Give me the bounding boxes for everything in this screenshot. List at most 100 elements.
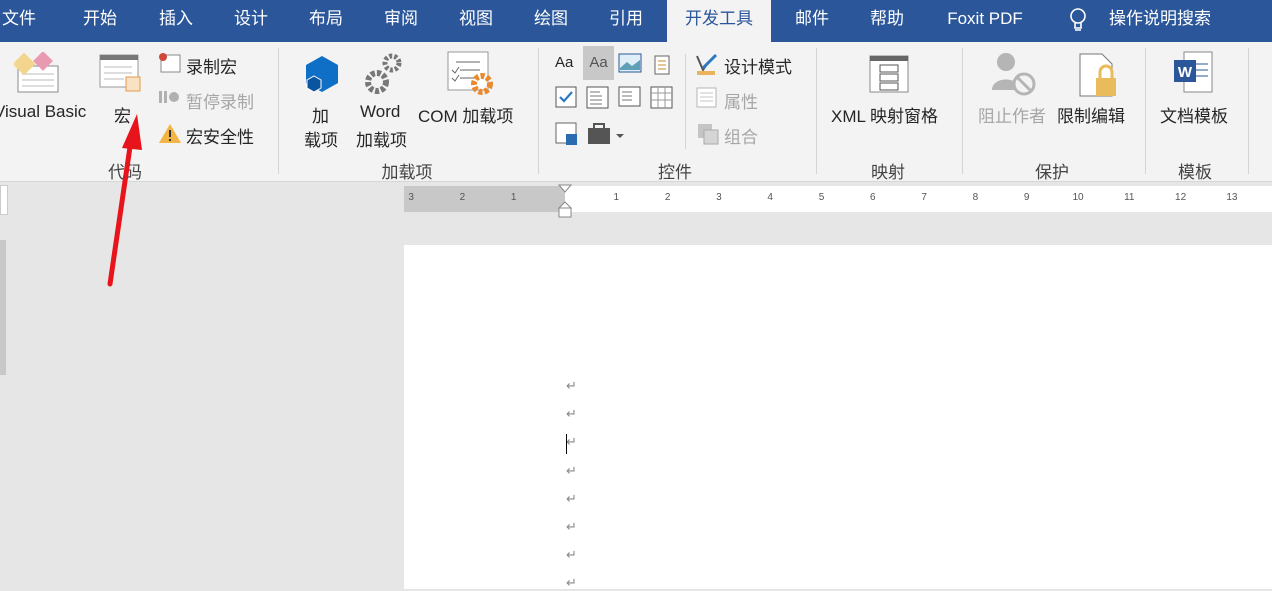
tab-references[interactable]: 引用 <box>609 0 643 42</box>
tab-layout[interactable]: 布局 <box>309 0 343 42</box>
com-addins-icon <box>447 51 493 95</box>
group-label-mapping: 映射 <box>871 163 905 182</box>
separator <box>278 48 279 174</box>
word-document-template-icon: W <box>1174 51 1213 93</box>
block-authors-button: 阻止作者 <box>978 107 1046 126</box>
paragraph-mark: ↵ <box>566 519 577 534</box>
text-cursor <box>566 434 567 454</box>
legacy-tools-icon[interactable] <box>586 122 626 148</box>
checkbox-control-icon[interactable] <box>555 86 577 108</box>
repeating-section-icon[interactable] <box>555 122 579 148</box>
ruler-tick-label: 6 <box>870 192 876 203</box>
group-label-protect: 保护 <box>1035 163 1069 182</box>
document-page[interactable] <box>404 245 1272 589</box>
block-authors-icon <box>992 53 1036 96</box>
picture-control-icon[interactable] <box>618 52 642 74</box>
group-button: 组合 <box>724 128 758 147</box>
design-mode-button[interactable]: 设计模式 <box>724 53 792 78</box>
separator <box>685 54 686 149</box>
lightbulb-icon <box>1070 8 1086 31</box>
vertical-ruler <box>0 240 6 375</box>
xml-mapping-pane-button[interactable]: XML 映射窗格 <box>831 102 938 127</box>
record-macro-button[interactable]: 录制宏 <box>186 53 237 78</box>
group-label-addins: 加载项 <box>381 163 433 182</box>
indent-marker[interactable] <box>558 184 572 220</box>
dropdown-list-icon[interactable] <box>618 86 642 110</box>
view-toggle-box[interactable] <box>0 185 8 215</box>
group-icon <box>698 124 719 145</box>
ruler-tick-label: 10 <box>1072 192 1084 203</box>
word-addins-button[interactable]: Word <box>360 102 400 122</box>
ruler-tick-label: 11 <box>1124 192 1135 203</box>
group-label-templates: 模板 <box>1178 163 1212 182</box>
ruler-tick-label: 5 <box>818 192 825 203</box>
ruler-tick-label: 13 <box>1226 192 1238 203</box>
paragraph-mark: ↵ <box>566 491 577 506</box>
plain-text-control[interactable]: Aa <box>583 46 614 80</box>
visual-basic-icon <box>14 52 59 93</box>
tab-home[interactable]: 开始 <box>83 0 117 42</box>
group-label-code: 代码 <box>108 163 142 182</box>
tab-foxit-pdf[interactable]: Foxit PDF <box>947 0 1023 42</box>
horizontal-ruler[interactable]: 3 2 1 1 2 3 4 5 6 7 8 9 10 11 12 13 <box>404 184 1272 218</box>
pause-recording-button: 暂停录制 <box>186 93 254 112</box>
tab-mailings[interactable]: 邮件 <box>795 0 829 42</box>
addins-button[interactable]: 加 <box>312 102 329 127</box>
tab-view[interactable]: 视图 <box>459 0 493 42</box>
properties-button: 属性 <box>724 93 758 112</box>
paragraph-mark: ↵ <box>566 378 577 393</box>
restrict-editing-icon <box>1079 53 1116 97</box>
separator <box>962 48 963 174</box>
document-template-button[interactable]: 文档模板 <box>1160 102 1228 127</box>
tab-help[interactable]: 帮助 <box>870 0 904 42</box>
com-addins-button[interactable]: COM 加载项 <box>418 102 513 127</box>
group-label-controls: 控件 <box>658 163 692 182</box>
addins-icon <box>306 56 338 93</box>
warning-icon <box>159 124 181 143</box>
xml-mapping-icon <box>869 55 909 93</box>
ruler-tick-label: 3 <box>408 192 414 203</box>
tab-file[interactable]: 文件 <box>2 0 36 42</box>
tab-developer[interactable]: 开发工具 <box>667 0 771 42</box>
ruler-tick-label: 1 <box>510 192 517 203</box>
macro-security-button[interactable]: 宏安全性 <box>186 123 254 148</box>
ruler-tick-label: 1 <box>613 192 620 203</box>
design-mode-icon <box>696 53 718 75</box>
svg-text:W: W <box>1178 64 1193 81</box>
ruler-tick-label: 8 <box>972 192 979 203</box>
word-addins-gear-icon <box>365 53 402 94</box>
paragraph-mark: ↵ <box>566 463 577 478</box>
ruler-tick-label: 12 <box>1175 192 1187 203</box>
ruler-tick-label: 3 <box>716 192 722 203</box>
macros-button[interactable]: 宏 <box>114 102 131 127</box>
paragraph-mark: ↵ <box>566 547 577 562</box>
addins-button-line2[interactable]: 载项 <box>304 126 338 151</box>
rich-text-control[interactable]: Aa <box>555 54 573 71</box>
building-block-icon[interactable] <box>650 52 674 76</box>
word-addins-button-line2[interactable]: 加载项 <box>356 126 407 151</box>
record-macro-icon <box>159 53 181 73</box>
pause-icon <box>159 91 179 103</box>
tab-design[interactable]: 设计 <box>234 0 268 42</box>
tab-review[interactable]: 审阅 <box>384 0 418 42</box>
paragraph-mark: ↵ <box>566 406 577 421</box>
ruler-tick-label: 9 <box>1023 192 1030 203</box>
visual-basic-button[interactable]: Visual Basic <box>0 102 86 122</box>
paragraph-mark: ↵ <box>566 434 577 449</box>
restrict-editing-button[interactable]: 限制编辑 <box>1057 102 1125 127</box>
separator <box>816 48 817 174</box>
tab-insert[interactable]: 插入 <box>159 0 193 42</box>
properties-icon <box>696 87 717 108</box>
macros-icon <box>99 54 141 92</box>
separator <box>538 48 539 174</box>
separator <box>1248 48 1249 174</box>
tell-me-search[interactable]: 操作说明搜索 <box>1109 0 1211 42</box>
separator <box>1145 48 1146 174</box>
date-picker-icon[interactable] <box>650 86 674 110</box>
ruler-tick-label: 4 <box>767 192 773 203</box>
ruler-margin-left <box>404 186 565 212</box>
ruler-tick-label: 7 <box>921 192 927 203</box>
combo-box-icon[interactable] <box>586 86 610 110</box>
ruler-tick-label: 2 <box>459 192 466 203</box>
tab-draw[interactable]: 绘图 <box>534 0 568 42</box>
